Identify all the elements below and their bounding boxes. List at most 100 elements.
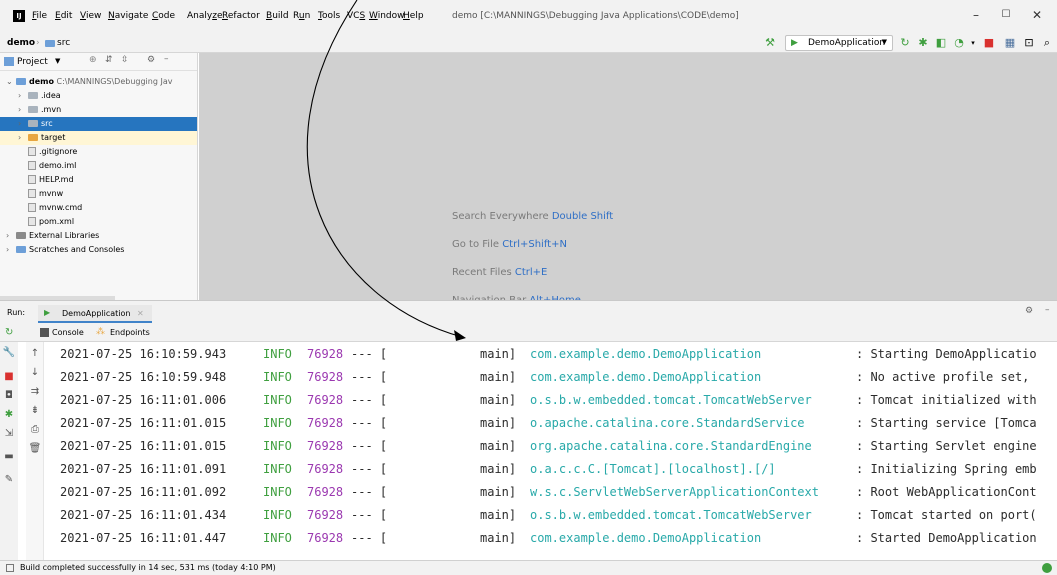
log-thread: main]	[480, 370, 517, 384]
subtab-console[interactable]: Console	[52, 328, 84, 337]
menu-item[interactable]: Refactor	[222, 11, 260, 21]
trash-icon[interactable]: 🗑	[28, 442, 42, 456]
log-logger[interactable]: o.apache.catalina.core.StandardService	[530, 413, 805, 433]
soft-wrap-icon[interactable]: ⇉	[28, 385, 42, 399]
debug-icon[interactable]: ✱	[916, 36, 930, 50]
minimize-button[interactable]: –	[966, 7, 986, 23]
log-separator: --- [	[351, 485, 388, 499]
menu-item[interactable]: File	[32, 11, 47, 21]
menu-item[interactable]: Window	[369, 11, 405, 21]
stop-icon[interactable]: ■	[2, 370, 16, 384]
tree-item[interactable]: HELP.md	[0, 173, 197, 187]
tool-windows-icon[interactable]	[6, 564, 14, 572]
expand-all-icon[interactable]: ⇵	[105, 55, 113, 65]
coverage-icon[interactable]: ◧	[934, 36, 948, 50]
tree-item[interactable]: .gitignore	[0, 145, 197, 159]
locate-file-icon[interactable]: ⊕	[89, 55, 97, 65]
subtab-endpoints[interactable]: Endpoints	[110, 328, 150, 337]
maximize-button[interactable]: ☐	[996, 7, 1016, 23]
more-run-options-icon[interactable]: ▾	[966, 36, 980, 50]
debug-icon[interactable]: ✱	[2, 408, 16, 422]
rerun-icon[interactable]: ↻	[5, 327, 13, 338]
breadcrumb-folder[interactable]: src	[57, 38, 70, 48]
tree-item[interactable]: › Scratches and Consoles	[0, 243, 197, 257]
tree-item[interactable]: pom.xml	[0, 215, 197, 229]
project-structure-icon[interactable]: ▦	[1003, 36, 1017, 50]
wrench-icon[interactable]: 🔧	[2, 346, 16, 360]
camera-icon[interactable]: ◘	[2, 389, 16, 403]
log-logger[interactable]: com.example.demo.DemoApplication	[530, 528, 761, 548]
menu-item[interactable]: Tools	[318, 11, 340, 21]
menu-item[interactable]: VCS	[347, 11, 365, 21]
gear-icon[interactable]: ⚙	[1025, 306, 1033, 316]
chevron-down-icon[interactable]: ▼	[55, 57, 60, 65]
run-tab-demoapplication[interactable]: ▶ DemoApplication ✕	[38, 305, 152, 323]
chevron-right-icon[interactable]: ›	[18, 117, 28, 131]
project-panel-header: Project ▼ ⊕ ⇵ ⇳ ⚙ –	[0, 53, 197, 71]
chevron-right-icon[interactable]: ›	[18, 103, 28, 117]
restore-layout-icon[interactable]: ⇲	[2, 427, 16, 441]
tree-item[interactable]: mvnw	[0, 187, 197, 201]
run-configuration-select[interactable]: ▶ DemoApplication ▼	[785, 35, 893, 51]
print-icon[interactable]: ⎙	[28, 423, 42, 437]
project-view-selector[interactable]: Project	[17, 57, 48, 67]
hint-action: Search Everywhere	[452, 211, 552, 222]
close-tab-icon[interactable]: ✕	[137, 309, 144, 318]
collapse-all-icon[interactable]: ⇳	[121, 55, 129, 65]
tree-item[interactable]: demo.iml	[0, 159, 197, 173]
layout-icon[interactable]: ▬	[2, 450, 16, 464]
console-output[interactable]: 2021-07-25 16:10:59.943 INFO 76928 --- [mai…	[44, 342, 1057, 560]
chevron-right-icon[interactable]: ›	[18, 131, 28, 145]
chevron-right-icon[interactable]: ›	[6, 243, 16, 257]
pin-icon[interactable]: ✎	[2, 473, 16, 487]
log-pid: 76928	[307, 508, 344, 522]
build-hammer-icon[interactable]: ⚒	[763, 36, 777, 50]
profile-icon[interactable]: ◔	[952, 36, 966, 50]
arrow-up-icon[interactable]: ↑	[28, 347, 42, 361]
chevron-down-icon[interactable]: ⌄	[6, 75, 16, 89]
menu-item[interactable]: Code	[152, 11, 175, 21]
log-message: : Starting Servlet engine	[856, 439, 1037, 453]
rerun-icon[interactable]: ↻	[898, 36, 912, 50]
log-logger[interactable]: org.apache.catalina.core.StandardEngine	[530, 436, 812, 456]
arrow-down-icon[interactable]: ↓	[28, 366, 42, 380]
menu-item[interactable]: Navigate	[108, 11, 148, 21]
hide-panel-icon[interactable]: –	[164, 54, 169, 64]
chevron-right-icon[interactable]: ›	[6, 229, 16, 243]
file-icon	[28, 217, 36, 226]
tree-item[interactable]: › src	[0, 117, 197, 131]
tree-item[interactable]: mvnw.cmd	[0, 201, 197, 215]
menu-item[interactable]: Run	[293, 11, 310, 21]
menu-item[interactable]: Help	[403, 11, 424, 21]
log-logger[interactable]: o.a.c.c.C.[Tomcat].[localhost].[/]	[530, 459, 776, 479]
menu-item-text: ools	[321, 11, 341, 21]
log-logger[interactable]: o.s.b.w.embedded.tomcat.TomcatWebServer	[530, 505, 812, 525]
log-logger[interactable]: o.s.b.w.embedded.tomcat.TomcatWebServer	[530, 390, 812, 410]
log-level: INFO	[263, 462, 292, 476]
log-logger[interactable]: com.example.demo.DemoApplication	[530, 344, 761, 364]
log-logger[interactable]: w.s.c.ServletWebServerApplicationContext	[530, 482, 819, 502]
tree-item[interactable]: ⌄ demo C:\MANNINGS\Debugging Jav	[0, 75, 197, 89]
log-logger[interactable]: com.example.demo.DemoApplication	[530, 367, 761, 387]
tree-item[interactable]: › .idea	[0, 89, 197, 103]
menu-item[interactable]: Build	[266, 11, 289, 21]
event-log-icon[interactable]	[1042, 563, 1052, 573]
menu-item[interactable]: Analyze	[187, 11, 222, 21]
breadcrumb-project[interactable]: demo	[7, 38, 35, 48]
menu-item[interactable]: View	[80, 11, 101, 21]
status-message[interactable]: Build completed successfully in 14 sec, …	[20, 561, 276, 575]
terminal-icon[interactable]: ⊡	[1022, 36, 1036, 50]
log-level: INFO	[263, 531, 292, 545]
scroll-to-end-icon[interactable]: ⇟	[28, 404, 42, 418]
menu-item[interactable]: Edit	[55, 11, 72, 21]
close-button[interactable]: ✕	[1027, 7, 1047, 23]
tree-item[interactable]: › External Libraries	[0, 229, 197, 243]
chevron-right-icon[interactable]: ›	[18, 89, 28, 103]
stop-icon[interactable]: ■	[982, 36, 996, 50]
tree-item[interactable]: › .mvn	[0, 103, 197, 117]
hide-panel-icon[interactable]: –	[1045, 305, 1050, 315]
tree-item[interactable]: › target	[0, 131, 197, 145]
menu-item-text: efactor	[227, 11, 260, 21]
search-icon[interactable]: ⌕	[1040, 36, 1054, 50]
gear-icon[interactable]: ⚙	[147, 55, 155, 65]
